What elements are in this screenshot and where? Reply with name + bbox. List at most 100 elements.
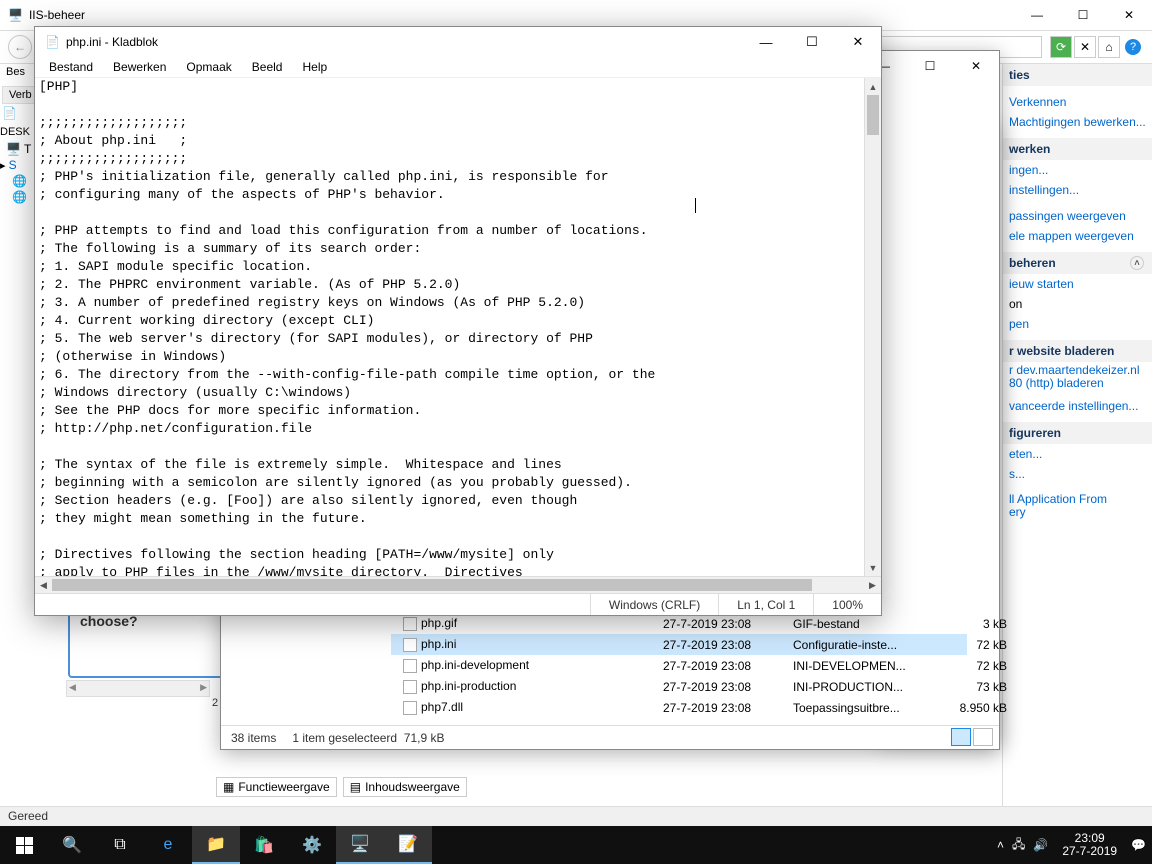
action-view-dirs[interactable]: ele mappen weergeven bbox=[1003, 226, 1152, 246]
menu-help[interactable]: Help bbox=[294, 58, 335, 76]
action-view-apps[interactable]: passingen weergeven bbox=[1003, 206, 1152, 226]
action-stop[interactable]: pen bbox=[1003, 314, 1152, 334]
tree-expand-icon[interactable]: ▸ S bbox=[0, 158, 17, 172]
scroll-down-icon[interactable]: ▼ bbox=[865, 559, 881, 576]
status-item-count: 38 items bbox=[231, 731, 276, 745]
explorer-icon[interactable]: 📁 bbox=[192, 826, 240, 864]
tray-network-icon[interactable]: 🖧 bbox=[1012, 835, 1025, 856]
tab-content-view[interactable]: ▤Inhoudsweergave bbox=[343, 777, 467, 797]
notepad-maximize-button[interactable]: ☐ bbox=[789, 27, 835, 57]
tree-globe-2[interactable]: 🌐 bbox=[12, 190, 27, 204]
chevron-up-icon[interactable]: ˄ bbox=[1130, 256, 1144, 270]
view-details-icon[interactable] bbox=[951, 728, 971, 746]
edge-icon[interactable]: e bbox=[144, 826, 192, 864]
notepad-text[interactable]: [PHP] ;;;;;;;;;;;;;;;;;;; ; About php.in… bbox=[35, 78, 881, 576]
menu-edit[interactable]: Bewerken bbox=[105, 58, 174, 76]
table-row[interactable]: php.ini27-7-2019 23:08Configuratie-inste… bbox=[391, 634, 967, 655]
explorer-file-list: php.gif27-7-2019 23:08GIF-bestand3 kBphp… bbox=[391, 613, 967, 718]
notepad-vscrollbar[interactable]: ▲ ▼ bbox=[864, 78, 881, 576]
notepad-icon: 📄 bbox=[45, 35, 60, 49]
actions-header: ties bbox=[1003, 64, 1152, 86]
action-browse-site[interactable]: r dev.maartendekeizer.nl80 (http) blader… bbox=[1003, 362, 1152, 392]
vscroll-thumb[interactable] bbox=[867, 95, 879, 135]
scroll-left-icon[interactable]: ◀ bbox=[35, 577, 52, 594]
scroll-up-icon[interactable]: ▲ bbox=[865, 78, 881, 95]
file-icon bbox=[403, 701, 417, 715]
actions-browse-header: r website bladeren bbox=[1003, 340, 1152, 362]
iis-statusbar: Gereed bbox=[0, 806, 1152, 826]
notepad-menubar: Bestand Bewerken Opmaak Beeld Help bbox=[35, 57, 881, 77]
action-start[interactable]: on bbox=[1003, 294, 1152, 314]
iis-title: IIS-beheer bbox=[29, 8, 85, 22]
action-limits[interactable]: eten... bbox=[1003, 444, 1152, 464]
tab-features-view[interactable]: ▦Functieweergave bbox=[216, 777, 337, 797]
iis-taskbar-icon[interactable]: 🖥️ bbox=[336, 826, 384, 864]
scroll-right-icon[interactable]: ▶ bbox=[864, 577, 881, 594]
home-icon[interactable]: ⌂ bbox=[1098, 36, 1120, 58]
grid-icon: ▦ bbox=[223, 780, 234, 794]
file-icon bbox=[403, 659, 417, 673]
menu-view[interactable]: Beeld bbox=[244, 58, 291, 76]
document-icon[interactable]: 📄 bbox=[2, 106, 17, 120]
tray-chevron-icon[interactable]: ˄ bbox=[997, 838, 1004, 852]
list-icon: ▤ bbox=[350, 780, 361, 794]
text-cursor bbox=[695, 198, 696, 213]
view-thumbnails-icon[interactable] bbox=[973, 728, 993, 746]
actions-configure-header: figureren bbox=[1003, 422, 1152, 444]
action-install-app[interactable]: ll Application Fromery bbox=[1003, 490, 1152, 522]
tray-notifications-icon[interactable]: 💬 bbox=[1131, 838, 1146, 852]
help-icon[interactable]: ? bbox=[1122, 36, 1144, 58]
menu-file[interactable]: Bestand bbox=[41, 58, 101, 76]
action-restart[interactable]: ieuw starten bbox=[1003, 274, 1152, 294]
notepad-close-button[interactable]: ✕ bbox=[835, 27, 881, 57]
iis-view-tabs: ▦Functieweergave ▤Inhoudsweergave bbox=[216, 776, 467, 798]
table-row[interactable]: php.ini-development27-7-2019 23:08INI-DE… bbox=[391, 655, 967, 676]
status-selected: 1 item geselecteerd 71,9 kB bbox=[292, 731, 444, 745]
action-explore[interactable]: Verkennen bbox=[1003, 92, 1152, 112]
action-hsts[interactable]: s... bbox=[1003, 464, 1152, 484]
tree-hscrollbar[interactable] bbox=[66, 680, 210, 697]
iis-file-menu[interactable]: Bes bbox=[6, 66, 25, 78]
explorer-close[interactable]: ✕ bbox=[953, 51, 999, 81]
action-permissions[interactable]: Machtigingen bewerken... bbox=[1003, 112, 1152, 132]
store-icon[interactable]: 🛍️ bbox=[240, 826, 288, 864]
status-encoding: Windows (CRLF) bbox=[590, 594, 718, 615]
explorer-statusbar: 38 items 1 item geselecteerd 71,9 kB bbox=[221, 725, 999, 749]
table-row[interactable]: php7.dll27-7-2019 23:08Toepassingsuitbre… bbox=[391, 697, 967, 718]
stop-icon[interactable]: ✕ bbox=[1074, 36, 1096, 58]
action-advanced[interactable]: vanceerde instellingen... bbox=[1003, 396, 1152, 416]
task-view-icon[interactable]: ⧉ bbox=[96, 826, 144, 864]
taskbar: 🔍 ⧉ e 📁 🛍️ ⚙️ 🖥️ 📝 ˄ 🖧 🔊 23:0927-7-2019 … bbox=[0, 826, 1152, 864]
table-row[interactable]: php.ini-production27-7-2019 23:08INI-PRO… bbox=[391, 676, 967, 697]
hscroll-thumb[interactable] bbox=[52, 579, 812, 591]
actions-manage-header: beheren˄ bbox=[1003, 252, 1152, 274]
file-icon bbox=[403, 680, 417, 694]
start-button[interactable] bbox=[0, 826, 48, 864]
iis-close-button[interactable]: ✕ bbox=[1106, 0, 1152, 30]
menu-format[interactable]: Opmaak bbox=[178, 58, 239, 76]
tray-volume-icon[interactable]: 🔊 bbox=[1033, 838, 1048, 852]
notepad-title: php.ini - Kladblok bbox=[66, 35, 158, 49]
taskbar-clock[interactable]: 23:0927-7-2019 bbox=[1056, 832, 1123, 858]
refresh-icon[interactable]: ⟳ bbox=[1050, 36, 1072, 58]
iis-minimize-button[interactable]: — bbox=[1014, 0, 1060, 30]
table-row[interactable]: php.gif27-7-2019 23:08GIF-bestand3 kB bbox=[391, 613, 967, 634]
iis-maximize-button[interactable]: ☐ bbox=[1060, 0, 1106, 30]
status-position: Ln 1, Col 1 bbox=[718, 594, 813, 615]
file-icon bbox=[403, 617, 417, 631]
explorer-maximize[interactable]: ☐ bbox=[907, 51, 953, 81]
nav-back-icon[interactable]: ← bbox=[8, 35, 32, 59]
iis-actions-pane: ties Verkennen Machtigingen bewerken... … bbox=[1002, 64, 1152, 806]
notepad-hscrollbar[interactable]: ◀ ▶ bbox=[35, 576, 881, 593]
action-settings[interactable]: instellingen... bbox=[1003, 180, 1152, 200]
notepad-taskbar-icon[interactable]: 📝 bbox=[384, 826, 432, 864]
notepad-content-area[interactable]: [PHP] ;;;;;;;;;;;;;;;;;;; ; About php.in… bbox=[35, 77, 881, 576]
action-bindings[interactable]: ingen... bbox=[1003, 160, 1152, 180]
settings-icon[interactable]: ⚙️ bbox=[288, 826, 336, 864]
notepad-minimize-button[interactable]: — bbox=[743, 27, 789, 57]
tree-globe-1[interactable]: 🌐 bbox=[12, 174, 27, 188]
tree-desktop[interactable]: DESK bbox=[0, 126, 30, 138]
file-icon bbox=[403, 638, 417, 652]
tree-node-1[interactable]: 🖥️ T bbox=[6, 142, 31, 156]
search-icon[interactable]: 🔍 bbox=[48, 826, 96, 864]
